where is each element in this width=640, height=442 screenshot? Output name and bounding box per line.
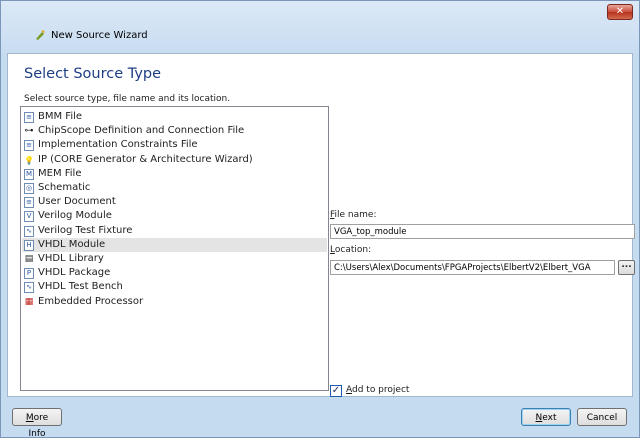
vhdl-library-icon: ▤	[24, 254, 34, 264]
vhdl-test-icon: ∿	[24, 282, 34, 294]
vhdl-package-icon: P	[24, 268, 34, 280]
list-item-label: User Document	[38, 196, 116, 208]
document-icon: ≡	[24, 112, 34, 123]
chipscope-probe-icon: ⊶	[24, 126, 34, 137]
list-item[interactable]: ≡ User Document	[22, 195, 327, 209]
list-item[interactable]: ▤ VHDL Library	[22, 252, 327, 266]
cancel-button[interactable]: Cancel	[577, 408, 627, 426]
document-icon: M	[24, 168, 34, 180]
list-item[interactable]: V Verilog Module	[22, 209, 327, 223]
list-item-label: ChipScope Definition and Connection File	[38, 125, 245, 137]
verilog-file-icon: V	[24, 211, 34, 223]
list-item-label: VHDL Library	[38, 253, 104, 264]
list-item-label: VHDL Test Bench	[38, 281, 123, 293]
lightbulb-icon: 💡	[24, 155, 34, 165]
file-name-label: File name:	[330, 210, 377, 220]
list-item[interactable]: ≡ BMM File	[22, 110, 327, 124]
list-item[interactable]: ∿ Verilog Test Fixture	[22, 224, 327, 238]
add-to-project-label[interactable]: Add to project	[346, 385, 409, 395]
list-item[interactable]: ∿ VHDL Test Bench	[22, 280, 327, 294]
document-icon: ≡	[24, 140, 34, 152]
list-item-label: Verilog Module	[38, 210, 112, 222]
vhdl-file-icon: H	[24, 239, 34, 251]
wizard-content: Select Source Type Select source type, f…	[7, 53, 635, 397]
next-button[interactable]: Next	[521, 408, 571, 426]
list-item[interactable]: P VHDL Package	[22, 266, 327, 280]
browse-button[interactable]: ...	[618, 260, 635, 275]
checkmark-icon: ✓	[331, 385, 341, 396]
wizard-wand-icon	[36, 30, 45, 40]
schematic-icon: ◎	[24, 183, 34, 194]
processor-icon: ▦	[24, 296, 34, 307]
list-item-label: VHDL Module	[38, 238, 106, 250]
close-icon: ✕	[615, 6, 625, 17]
list-item[interactable]: ▦ Embedded Processor	[22, 295, 327, 309]
title-bar[interactable]: New Source Wizard ✕	[1, 1, 639, 53]
file-name-input[interactable]	[330, 224, 635, 239]
location-label: Location:	[330, 245, 372, 255]
list-item-label: Implementation Constraints File	[38, 139, 198, 151]
window-title: New Source Wizard	[51, 30, 148, 41]
list-item[interactable]: ≡ Implementation Constraints File	[22, 138, 327, 152]
add-to-project-checkbox[interactable]: ✓	[330, 385, 342, 397]
list-item[interactable]: ⊶ ChipScope Definition and Connection Fil…	[22, 124, 327, 138]
list-item-label: Embedded Processor	[38, 295, 144, 307]
list-item[interactable]: 💡 IP (CORE Generator & Architecture Wizar…	[22, 153, 327, 167]
location-input[interactable]	[330, 260, 615, 275]
list-item[interactable]: M MEM File	[22, 167, 327, 181]
close-button[interactable]: ✕	[607, 4, 633, 20]
page-subheading: Select source type, file name and its lo…	[24, 94, 231, 104]
list-item-label: Schematic	[38, 182, 91, 193]
verilog-test-icon: ∿	[24, 225, 34, 237]
more-info-button[interactable]: More Info	[12, 408, 62, 439]
list-item[interactable]: H VHDL Module	[22, 237, 327, 252]
page-heading: Select Source Type	[24, 66, 162, 82]
document-icon: ≡	[24, 197, 34, 209]
list-item-label: Verilog Test Fixture	[38, 224, 133, 236]
new-source-wizard-window: New Source Wizard ✕ Select Source Type S…	[0, 0, 640, 439]
list-item-label: MEM File	[38, 167, 82, 179]
source-type-list[interactable]: ≡ BMM File ⊶ ChipScope Definition and Conne…	[20, 106, 329, 391]
list-item-label: IP (CORE Generator & Architecture Wizard…	[38, 153, 253, 165]
list-item-label: BMM File	[38, 111, 83, 122]
list-item[interactable]: ◎ Schematic	[22, 181, 327, 195]
list-item-label: VHDL Package	[38, 267, 111, 279]
